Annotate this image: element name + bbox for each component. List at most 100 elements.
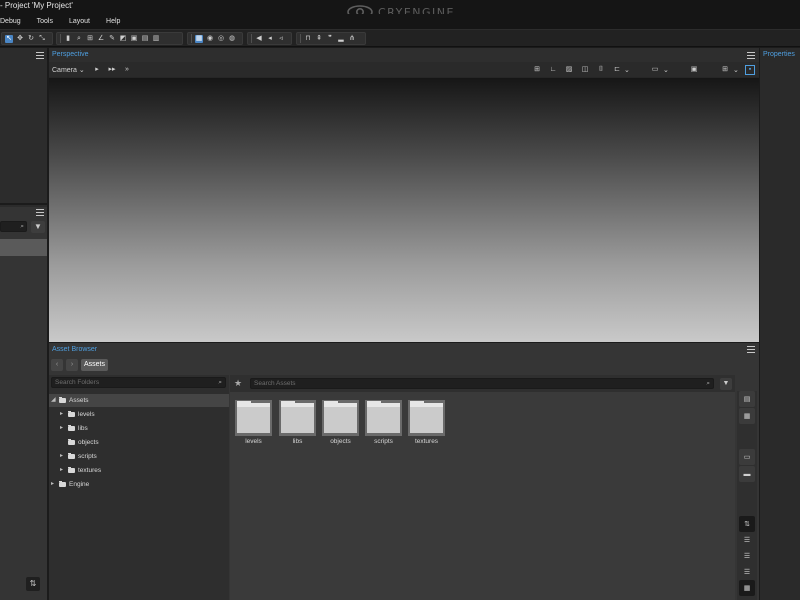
- ruler-angle-icon[interactable]: ⊏: [613, 66, 621, 74]
- layout-icon[interactable]: ⊞: [721, 66, 729, 74]
- collapse-arrow-icon: ▸: [60, 411, 64, 417]
- new-file-icon[interactable]: ▤: [739, 391, 755, 407]
- ruler-icon[interactable]: ▮: [64, 35, 72, 43]
- outliner-search-input[interactable]: ⌕: [0, 221, 27, 232]
- tree-item-scripts[interactable]: ▸ scripts: [49, 450, 229, 463]
- stats-icon[interactable]: ▂: [337, 35, 345, 43]
- favorite-star-icon[interactable]: ★: [234, 378, 242, 389]
- volume-icon[interactable]: ◃: [277, 35, 285, 43]
- tree-item-assets[interactable]: ◢ Assets: [49, 394, 229, 407]
- menu-debug[interactable]: Debug: [0, 18, 29, 25]
- menu-tools[interactable]: Tools: [29, 18, 61, 25]
- folder-label: scripts: [374, 438, 393, 445]
- panel-menu-icon[interactable]: [747, 346, 755, 353]
- expand-arrow-icon: ◢: [51, 397, 56, 403]
- folder-icon: [68, 439, 75, 445]
- viewport-title: Perspective: [52, 51, 89, 58]
- maximize-icon[interactable]: ▪: [745, 65, 755, 75]
- folder-label: levels: [245, 438, 262, 445]
- search-assets-input[interactable]: Search Assets ⌕: [250, 378, 714, 389]
- details-view-icon[interactable]: ☰: [739, 548, 755, 564]
- breadcrumb[interactable]: Assets: [81, 359, 109, 371]
- search-icon: ⌕: [20, 223, 24, 230]
- play-small-icon[interactable]: ▸: [93, 66, 101, 74]
- record-icon[interactable]: ◍: [228, 35, 236, 43]
- play-icon[interactable]: ◉: [206, 35, 214, 43]
- snap-grid-icon[interactable]: ⊞: [86, 35, 94, 43]
- menu-layout[interactable]: Layout: [61, 18, 98, 25]
- simulate-icon[interactable]: ◎: [217, 35, 225, 43]
- selected-row[interactable]: [0, 239, 47, 256]
- rotate-tool-icon[interactable]: ↻: [27, 35, 35, 43]
- folder-icon: [279, 400, 316, 436]
- thumbnail-view-icon[interactable]: ▦: [739, 580, 755, 596]
- snap-icon[interactable]: ◫: [581, 66, 589, 74]
- tree-item-textures[interactable]: ▸ textures: [49, 464, 229, 477]
- chevron-down-icon[interactable]: ⌄: [624, 66, 630, 74]
- search-folders-input[interactable]: Search Folders ⌕: [51, 377, 226, 388]
- list-view-icon[interactable]: ☰: [739, 532, 755, 548]
- magnifier-icon[interactable]: ⌕: [75, 35, 83, 43]
- folder-icon: [59, 397, 66, 403]
- forward-button[interactable]: ›: [66, 359, 78, 371]
- snap-angle-icon[interactable]: ∠: [97, 35, 105, 43]
- play-tool-group: ▦ ◉ ◎ ◍: [187, 32, 243, 45]
- menu-help[interactable]: Help: [98, 18, 128, 25]
- folder-label: libs: [292, 438, 303, 445]
- sort-icon[interactable]: ⇅: [26, 577, 40, 591]
- viewport-canvas[interactable]: [49, 78, 759, 342]
- chevron-down-icon[interactable]: ⌄: [663, 66, 669, 74]
- panel-menu-icon[interactable]: [36, 209, 44, 216]
- link-icon[interactable]: ⊓: [304, 35, 312, 43]
- tree-item-label: objects: [78, 439, 99, 446]
- graph-icon[interactable]: ⋔: [348, 35, 356, 43]
- folder-tree: Search Folders ⌕ ◢ Assets ▸ levels ▸ lib…: [49, 375, 229, 600]
- viewport-toolbar: Camera ⌄ ▸ ▸▸ » ⊞ ∟ ▨ ◫ ⌷ ⊏ ⌄ ▭ ⌄ ▣ ⊞ ⌄ …: [49, 62, 759, 77]
- level-explorer-panel: [0, 48, 47, 205]
- axis-icon[interactable]: ∟: [549, 66, 557, 74]
- assets-pane: ★ Search Assets ⌕ ▼ levels libs objects …: [230, 375, 735, 600]
- search-folders-placeholder: Search Folders: [55, 379, 100, 386]
- left-panel: ⌕ ▼ ⇅: [0, 48, 47, 600]
- lock-icon[interactable]: ▤: [141, 35, 149, 43]
- unlock-icon[interactable]: ▥: [152, 35, 160, 43]
- import-icon[interactable]: ▦: [739, 408, 755, 424]
- quote-icon[interactable]: ❞: [326, 35, 334, 43]
- chevron-down-icon[interactable]: ⌄: [733, 66, 739, 74]
- asset-browser-panel: Asset Browser ‹ › Assets Search Folders …: [49, 343, 759, 600]
- fast-forward-icon[interactable]: »: [123, 66, 131, 74]
- tree-item-libs[interactable]: ▸ libs: [49, 422, 229, 435]
- image-icon[interactable]: ▨: [565, 66, 573, 74]
- panel-menu-icon[interactable]: [36, 52, 44, 59]
- measure-icon[interactable]: ⌷: [597, 66, 605, 74]
- tree-item-levels[interactable]: ▸ levels: [49, 408, 229, 421]
- layer-icon[interactable]: ▣: [130, 35, 138, 43]
- paint-icon[interactable]: ✎: [108, 35, 116, 43]
- terrain-icon[interactable]: ◩: [119, 35, 127, 43]
- folder-icon: [59, 481, 66, 487]
- compact-view-icon[interactable]: ☰: [739, 564, 755, 580]
- back-button[interactable]: ‹: [51, 359, 63, 371]
- mute-icon[interactable]: ◀: [255, 35, 263, 43]
- select-tool-icon[interactable]: ↖: [5, 34, 13, 43]
- tree-item-engine[interactable]: ▸ Engine: [49, 478, 229, 491]
- move-tool-icon[interactable]: ✥: [16, 35, 24, 43]
- camera-dropdown[interactable]: Camera ⌄: [52, 66, 85, 74]
- resolution-icon[interactable]: ▣: [690, 66, 698, 74]
- filter-icon[interactable]: ▼: [31, 221, 45, 233]
- tree-item-label: textures: [78, 467, 102, 474]
- sort-icon[interactable]: ⇅: [739, 516, 755, 532]
- ai-physics-icon[interactable]: ▦: [195, 34, 203, 43]
- folder-label: objects: [330, 438, 351, 445]
- display-icon[interactable]: ▭: [651, 66, 659, 74]
- filter-icon[interactable]: ▼: [720, 378, 732, 390]
- step-icon[interactable]: ▸▸: [108, 66, 116, 74]
- scale-tool-icon[interactable]: ⤡: [38, 35, 46, 43]
- folder-save-icon[interactable]: ▬: [739, 466, 755, 482]
- panel-menu-icon[interactable]: [747, 52, 755, 59]
- speaker-icon[interactable]: ◂: [266, 35, 274, 43]
- tree-item-objects[interactable]: objects: [49, 436, 229, 449]
- grid-icon[interactable]: ⊞: [533, 66, 541, 74]
- folder-open-icon[interactable]: ▭: [739, 449, 755, 465]
- pin-icon[interactable]: ⇞: [315, 35, 323, 43]
